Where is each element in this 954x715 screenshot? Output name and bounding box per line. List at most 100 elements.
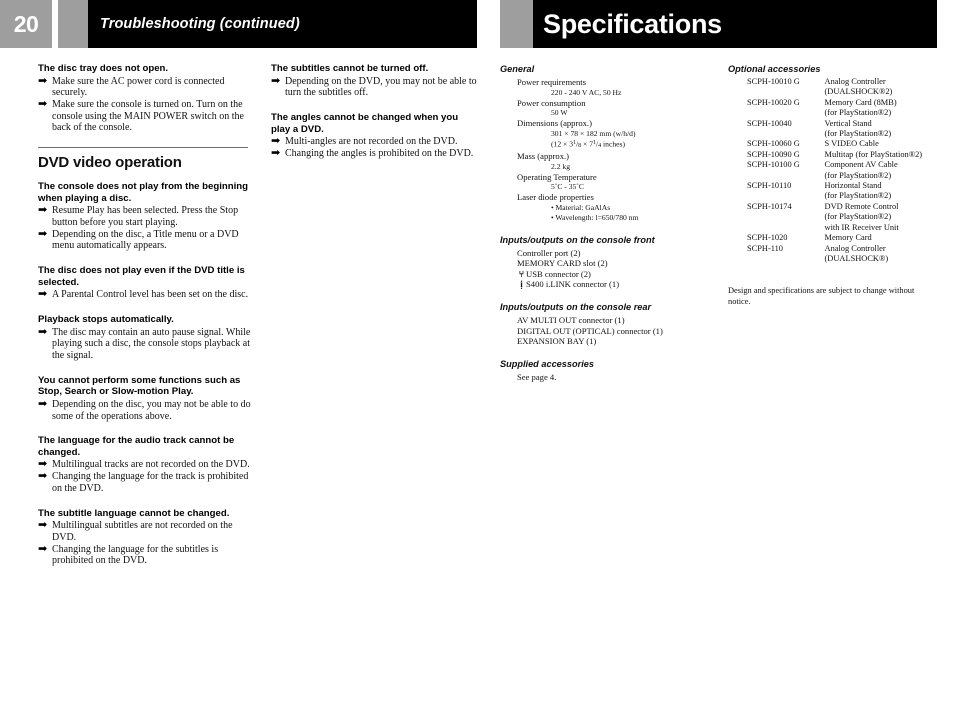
accessory-subtext: (for PlayStation®2) [824,170,892,180]
ilink-icon: ị [520,279,523,290]
accessory-description: Memory Card [825,233,943,243]
accessory-subtext: (DUALSHOCK®) [824,253,889,263]
troubleshooting-item-text: Changing the language for the subtitles … [52,543,219,567]
troubleshooting-item: ➡ Multilingual subtitles are not recorde… [38,519,256,543]
spec-value: See page 4. [517,371,557,382]
spec-value-ilink: ị S400 i.LINK connector (1) [500,279,725,290]
accessory-code: SCPH-10040 [747,118,792,128]
accessory-description: Memory Card (8MB) (for PlayStation®2) [825,98,943,119]
left-page-title: Troubleshooting (continued) [100,16,300,32]
troubleshooting-block: The subtitle language cannot be changed.… [38,508,256,567]
troubleshooting-item: ➡ Multilingual tracks are not recorded o… [38,459,256,471]
dim-prefix: (12 × 3 [551,139,573,149]
accessory-description: Analog Controller (DUALSHOCK®2) [825,77,943,98]
troubleshooting-item-text: Multi-angles are not recorded on the DVD… [285,136,458,148]
spec-label: Laser diode properties [517,192,594,203]
left-header-gray-accent [58,0,88,48]
troubleshooting-item-text: Depending on the disc, you may not be ab… [52,398,251,422]
dim-suffix: inches) [603,139,625,149]
troubleshooting-column-b: The subtitles cannot be turned off. ➡ De… [271,63,478,173]
spec-section-supplied: Supplied accessories See page 4. [500,358,725,383]
optional-accessories-table: SCPH-10010 G Analog Controller (DUALSHOCK®… [728,77,943,264]
table-row: SCPH-110 Analog Controller (DUALSHOCK®) [728,244,943,265]
arrow-icon: ➡ [38,74,48,87]
accessory-code: SCPH-10174 [747,201,792,211]
arrow-icon: ➡ [38,542,48,555]
troubleshooting-block: Playback stops automatically. ➡ The disc… [38,314,256,362]
spec-value-inches: (12 × 31/8 × 71/4 inches) [551,139,625,149]
accessory-name: Memory Card [824,233,872,243]
troubleshooting-block: The console does not play from the begin… [38,181,256,252]
spec-value: DIGITAL OUT (OPTICAL) connector (1) [517,325,663,336]
accessory-code: SCPH-10110 [747,181,792,191]
troubleshooting-block: You cannot perform some functions such a… [38,375,256,423]
spec-label: Operating Temperature [517,171,597,182]
spec-value: 220 - 240 V AC, 50 Hz [551,87,622,97]
arrow-icon: ➡ [38,288,48,301]
troubleshooting-block: The subtitles cannot be turned off. ➡ De… [271,63,478,99]
troubleshooting-item-text: Depending on the disc, a Title menu or a… [52,228,239,252]
arrow-icon: ➡ [38,397,48,410]
accessory-code: SCPH-110 [747,243,783,253]
accessory-name: Component AV Cable [824,160,898,170]
spec-section-general: General Power requirements 220 - 240 V A… [500,63,725,223]
dim-mid: × 7 [583,139,594,149]
spec-value: Controller port (2) [517,247,581,258]
table-row: SCPH-10060 G S VIDEO Cable [728,139,943,149]
accessory-code: SCPH-10060 G [747,139,800,149]
troubleshooting-item-text: Make sure the AC power cord is connected… [52,75,225,99]
accessory-description: Multitap (for PlayStation®2) [825,150,943,160]
optional-accessories-body: SCPH-10010 G Analog Controller (DUALSHOCK®… [728,77,943,264]
table-row: SCPH-10174 DVD Remote Control (for PlaySta… [728,202,943,233]
troubleshooting-item: ➡ Changing the angles is prohibited on t… [271,146,478,160]
troubleshooting-item: ➡ The disc may contain an auto pause sig… [38,325,256,362]
table-row: SCPH-10100 G Component AV Cable (for PlayS… [728,160,943,181]
spec-value: 5˚C - 35˚C [551,182,584,192]
troubleshooting-heading: The console does not play from the begin… [38,181,249,204]
dim-frac2-num: 1 [593,139,597,146]
accessory-name: Multitap (for PlayStation®2) [824,149,923,159]
troubleshooting-item: ➡ Changing the language for the track is… [38,470,256,494]
accessory-code: SCPH-10010 G [747,77,800,86]
spec-section-front-io: Inputs/outputs on the console front Cont… [500,234,725,290]
arrow-icon: ➡ [271,146,281,159]
right-page-title: Specifications [543,8,722,39]
accessory-subtext: (for PlayStation®2) [824,108,892,118]
dim-frac2-den: 4 [598,142,602,149]
spec-section-rear-io: Inputs/outputs on the console rear AV MU… [500,301,725,347]
troubleshooting-item: ➡ Resume Play has been selected. Press t… [38,205,256,228]
accessory-subtext: (DUALSHOCK®2) [824,87,893,97]
spec-label: Dimensions (approx.) [517,118,592,128]
troubleshooting-item: ➡ Multi-angles are not recorded on the D… [271,135,478,148]
spec-label: Power requirements [517,77,586,87]
troubleshooting-column-a: The disc tray does not open. ➡ Make sure… [38,63,256,580]
troubleshooting-item-text: The disc may contain an auto pause signa… [52,326,251,361]
table-row: SCPH-10020 G Memory Card (8MB) (for PlaySt… [728,98,943,119]
table-row: SCPH-10010 G Analog Controller (DUALSHOCK®… [728,77,943,98]
arrow-icon: ➡ [38,204,48,217]
spec-label: Power consumption [517,97,586,108]
section-divider [38,147,248,149]
accessory-description: Horizontal Stand (for PlayStation®2) [825,181,943,202]
usb-icon: ⑂ [518,268,525,279]
troubleshooting-item: ➡ Changing the language for the subtitle… [38,542,256,567]
accessory-name: Analog Controller [824,77,886,86]
troubleshooting-heading: The disc tray does not open. [38,63,169,74]
arrow-icon: ➡ [38,325,48,338]
accessory-name: Analog Controller [824,243,886,253]
section-title-dvd-video-operation: DVD video operation [38,154,182,172]
accessory-subtext: (for PlayStation®2) [824,129,892,139]
accessory-description: Analog Controller (DUALSHOCK®) [825,244,943,265]
troubleshooting-heading: The language for the audio track cannot … [38,435,235,458]
spec-value: 301 × 78 × 182 mm (w/h/d) [551,128,636,138]
spec-section-title: General [500,64,535,74]
troubleshooting-item-text: Multilingual subtitles are not recorded … [52,520,233,543]
troubleshooting-item-text: Changing the language for the track is p… [52,471,249,494]
spec-section-title: Supplied accessories [500,358,594,369]
spec-bullet: • Material: GaAlAs [551,202,611,212]
spec-label: Mass (approx.) [517,151,570,162]
troubleshooting-item-text: Resume Play has been selected. Press the… [52,205,239,228]
accessory-name: Memory Card (8MB) [824,97,897,107]
accessory-name: Vertical Stand [824,118,872,128]
right-page-header: Specifications [500,0,937,48]
